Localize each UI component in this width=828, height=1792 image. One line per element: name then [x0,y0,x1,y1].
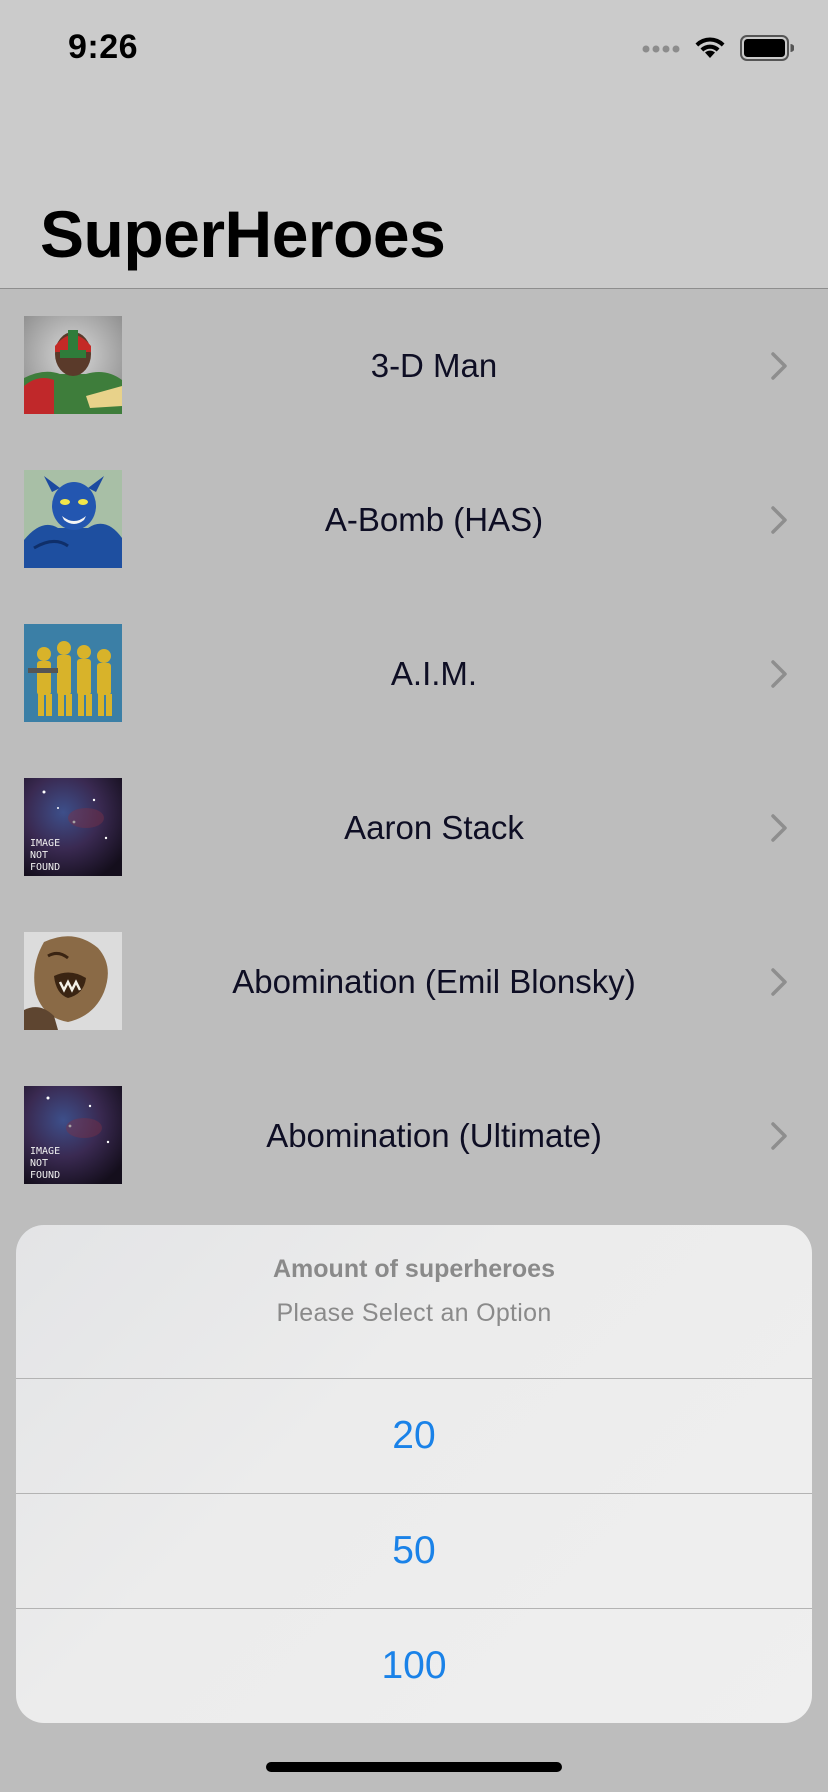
svg-text:NOT: NOT [30,850,48,861]
action-sheet-title: Amount of superheroes [273,1255,555,1283]
list-item[interactable]: A-Bomb (HAS) [0,443,828,597]
svg-text:FOUND: FOUND [30,862,60,873]
hero-name: A.I.M. [390,655,478,692]
option-20-button[interactable]: 20 [16,1379,812,1494]
option-100-button[interactable]: 100 [16,1609,812,1723]
wifi-icon [694,36,726,65]
battery-icon [740,34,795,66]
list-item[interactable]: Abomination (Emil Blonsky) [0,905,828,1059]
svg-text:IMAGE: IMAGE [30,1146,60,1157]
action-sheet: Amount of superheroes Please Select an O… [16,1225,812,1723]
list-item[interactable]: A.I.M. [0,597,828,751]
hero-name: Abomination (Ultimate) [266,1117,602,1154]
list-item[interactable]: IMAGE NOT FOUND Abomination (Ultimate) [0,1059,828,1213]
svg-text:NOT: NOT [30,1158,48,1169]
list-item[interactable]: IMAGE NOT FOUND Aaron Stack [0,751,828,905]
hero-thumbnail [24,316,122,414]
hero-name: Aaron Stack [344,809,524,846]
status-bar: 9:26 [0,0,828,100]
navigation-bar: SuperHeroes [0,100,828,289]
action-sheet-header: Amount of superheroes Please Select an O… [16,1225,812,1379]
page-title: SuperHeroes [40,197,446,271]
option-50-button[interactable]: 50 [16,1494,812,1609]
cellular-signal-icon [642,41,680,59]
chevron-right-icon [771,506,787,534]
hero-thumbnail-not-found: IMAGE NOT FOUND [24,778,122,876]
hero-name: Abomination (Emil Blonsky) [232,963,636,1000]
hero-thumbnail [24,624,122,722]
hero-name: 3-D Man [370,347,498,384]
list-item[interactable]: 3-D Man [0,289,828,443]
hero-name: A-Bomb (HAS) [324,501,544,538]
screen: 9:26 SuperHeroes 3-D Man A-Bomb (HAS) A.… [0,0,828,1792]
chevron-right-icon [771,814,787,842]
status-icons [642,34,795,66]
chevron-right-icon [771,968,787,996]
hero-thumbnail-not-found: IMAGE NOT FOUND [24,1086,122,1184]
hero-thumbnail [24,932,122,1030]
svg-text:IMAGE: IMAGE [30,838,60,849]
status-time: 9:26 [68,28,139,66]
hero-thumbnail [24,470,122,568]
action-sheet-message: Please Select an Option [276,1299,552,1327]
chevron-right-icon [771,1122,787,1150]
svg-text:FOUND: FOUND [30,1170,60,1181]
chevron-right-icon [771,660,787,688]
home-indicator[interactable] [266,1762,562,1772]
chevron-right-icon [771,352,787,380]
